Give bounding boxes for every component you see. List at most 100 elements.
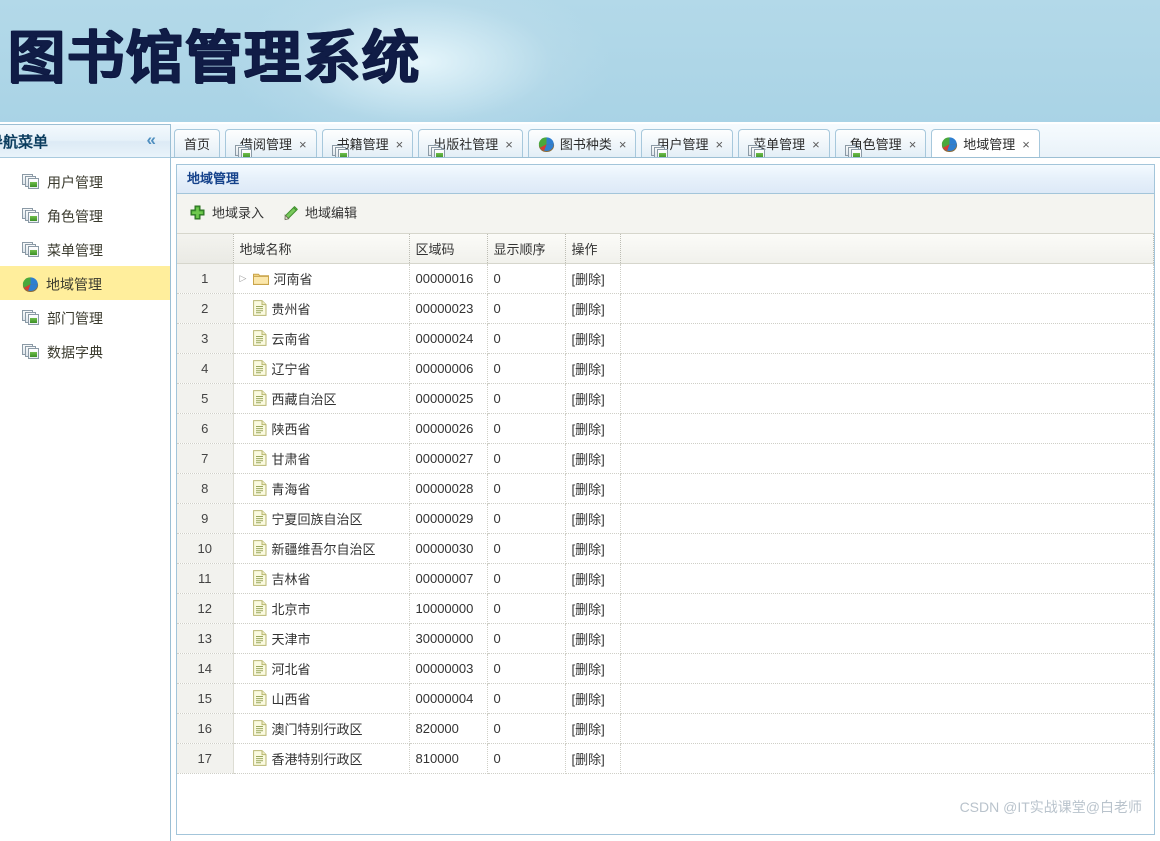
expand-arrow-placeholder: ▷ [240, 423, 253, 434]
toolbar-button-1[interactable]: 地域录入 [189, 202, 264, 225]
table-row[interactable]: 4 ▷ 辽宁省 000000060 [删除] [177, 353, 1154, 384]
sidebar-item-1[interactable]: 用户管理 [0, 164, 170, 198]
delete-link[interactable]: [删除] [572, 722, 605, 737]
table-row[interactable]: 2 ▷ 贵州省 000000230 [删除] [177, 293, 1154, 324]
toolbar-button-2[interactable]: 地域编辑 [282, 202, 357, 225]
operation-cell: [删除] [565, 683, 621, 714]
tab-8[interactable]: 角色管理 × [834, 129, 927, 157]
filler-cell [620, 713, 1154, 744]
sidebar-item-6[interactable]: 数据字典 [0, 334, 170, 368]
table-row[interactable]: 15 ▷ 山西省 000000040 [删除] [177, 683, 1154, 714]
delete-link[interactable]: [删除] [572, 392, 605, 407]
region-name-label: 辽宁省 [271, 361, 311, 377]
region-name-cell[interactable]: ▷ 天津市 [233, 623, 410, 654]
delete-link[interactable]: [删除] [572, 662, 605, 677]
delete-link[interactable]: [删除] [572, 692, 605, 707]
table-row[interactable]: 17 ▷ 香港特别行政区 8100000 [删除] [177, 743, 1154, 774]
column-header-rownum[interactable] [177, 234, 234, 264]
region-code-cell: 30000000 [409, 623, 488, 654]
delete-link[interactable]: [删除] [572, 452, 605, 467]
table-row[interactable]: 9 ▷ 宁夏回族自治区 000000290 [删除] [177, 503, 1154, 534]
region-name-cell[interactable]: ▷ 河北省 [233, 653, 410, 684]
tab-2[interactable]: 借阅管理 × [225, 129, 317, 157]
region-name-cell[interactable]: ▷ 河南省 [233, 263, 410, 294]
table-row[interactable]: 12 ▷ 北京市 100000000 [删除] [177, 593, 1154, 624]
close-icon[interactable]: × [396, 131, 404, 157]
expand-arrow-placeholder: ▷ [240, 663, 253, 674]
region-name-cell[interactable]: ▷ 山西省 [233, 683, 410, 714]
region-name-cell[interactable]: ▷ 香港特别行政区 [233, 743, 410, 774]
close-icon[interactable]: × [812, 131, 820, 157]
sidebar-item-4[interactable]: 地域管理 [0, 266, 170, 300]
delete-link[interactable]: [删除] [572, 362, 605, 377]
tab-3[interactable]: 书籍管理 × [321, 129, 414, 157]
region-name-cell[interactable]: ▷ 青海省 [233, 473, 410, 504]
delete-link[interactable]: [删除] [572, 272, 605, 287]
sidebar-item-label: 部门管理 [47, 310, 103, 327]
close-icon[interactable]: × [619, 131, 627, 157]
tab-bar[interactable]: 首页 借阅管理 × 书籍管理 × 出版社管理 × 图书种类 × 用户管理 × 菜单管理 × 角色管理 × 地域… [171, 124, 1160, 158]
column-header-name[interactable]: 地域名称 [233, 234, 410, 264]
region-name-label: 甘肃省 [271, 451, 311, 467]
close-icon[interactable]: × [1022, 131, 1030, 157]
table-row[interactable]: 14 ▷ 河北省 000000030 [删除] [177, 653, 1154, 684]
close-icon[interactable]: × [715, 131, 723, 157]
tab-label: 首页 [184, 137, 211, 153]
table-row[interactable]: 11 ▷ 吉林省 000000070 [删除] [177, 563, 1154, 594]
expand-arrow-icon[interactable]: ▷ [240, 273, 253, 284]
sidebar-item-5[interactable]: 部门管理 [0, 300, 170, 334]
expand-arrow-placeholder: ▷ [240, 333, 253, 344]
chevron-double-left-icon[interactable]: « [147, 130, 156, 150]
content-area: 地域管理 地域录入 地域编辑 地域名称 区域码 显示顺序 操作 1 ▷ 河南省 … [171, 158, 1160, 841]
delete-link[interactable]: [删除] [572, 602, 605, 617]
region-name-cell[interactable]: ▷ 宁夏回族自治区 [233, 503, 410, 534]
tab-5[interactable]: 图书种类 × [527, 129, 637, 157]
table-row[interactable]: 13 ▷ 天津市 300000000 [删除] [177, 623, 1154, 654]
delete-link[interactable]: [删除] [572, 302, 605, 317]
table-row[interactable]: 8 ▷ 青海省 000000280 [删除] [177, 473, 1154, 504]
table-row[interactable]: 3 ▷ 云南省 000000240 [删除] [177, 323, 1154, 354]
region-name-cell[interactable]: ▷ 吉林省 [233, 563, 410, 594]
close-icon[interactable]: × [299, 131, 307, 157]
region-name-cell[interactable]: ▷ 澳门特别行政区 [233, 713, 410, 744]
delete-link[interactable]: [删除] [572, 482, 605, 497]
region-name-label: 云南省 [271, 331, 311, 347]
region-name-cell[interactable]: ▷ 贵州省 [233, 293, 410, 324]
stacked-window-icon [22, 208, 40, 224]
delete-link[interactable]: [删除] [572, 332, 605, 347]
table-row[interactable]: 5 ▷ 西藏自治区 000000250 [删除] [177, 383, 1154, 414]
region-name-cell[interactable]: ▷ 辽宁省 [233, 353, 410, 384]
table-row[interactable]: 7 ▷ 甘肃省 000000270 [删除] [177, 443, 1154, 474]
table-row[interactable]: 1 ▷ 河南省 00000016 0 [删除] [177, 263, 1154, 294]
tab-4[interactable]: 出版社管理 × [418, 129, 523, 157]
delete-link[interactable]: [删除] [572, 752, 605, 767]
region-name-cell[interactable]: ▷ 北京市 [233, 593, 410, 624]
region-name-cell[interactable]: ▷ 西藏自治区 [233, 383, 410, 414]
delete-link[interactable]: [删除] [572, 572, 605, 587]
sidebar-item-3[interactable]: 菜单管理 [0, 232, 170, 266]
tab-9[interactable]: 地域管理 × [931, 129, 1040, 157]
table-row[interactable]: 6 ▷ 陕西省 000000260 [删除] [177, 413, 1154, 444]
tab-7[interactable]: 菜单管理 × [738, 129, 830, 157]
sidebar-item-2[interactable]: 角色管理 [0, 198, 170, 232]
region-name-cell[interactable]: ▷ 甘肃省 [233, 443, 410, 474]
column-header-order[interactable]: 显示顺序 [487, 234, 566, 264]
region-name-cell[interactable]: ▷ 陕西省 [233, 413, 410, 444]
delete-link[interactable]: [删除] [572, 542, 605, 557]
filler-cell [620, 383, 1154, 414]
tab-6[interactable]: 用户管理 × [641, 129, 734, 157]
operation-cell: [删除] [565, 353, 621, 384]
close-icon[interactable]: × [505, 131, 513, 157]
delete-link[interactable]: [删除] [572, 632, 605, 647]
table-row[interactable]: 16 ▷ 澳门特别行政区 8200000 [删除] [177, 713, 1154, 744]
region-name-cell[interactable]: ▷ 新疆维吾尔自治区 [233, 533, 410, 564]
region-name-cell[interactable]: ▷ 云南省 [233, 323, 410, 354]
column-header-code[interactable]: 区域码 [409, 234, 488, 264]
tab-1[interactable]: 首页 [174, 129, 221, 157]
table-row[interactable]: 10 ▷ 新疆维吾尔自治区 000000300 [删除] [177, 533, 1154, 564]
delete-link[interactable]: [删除] [572, 512, 605, 527]
delete-link[interactable]: [删除] [572, 422, 605, 437]
column-header-operation[interactable]: 操作 [565, 234, 621, 264]
close-icon[interactable]: × [909, 131, 917, 157]
region-code-cell: 00000003 [409, 653, 488, 684]
